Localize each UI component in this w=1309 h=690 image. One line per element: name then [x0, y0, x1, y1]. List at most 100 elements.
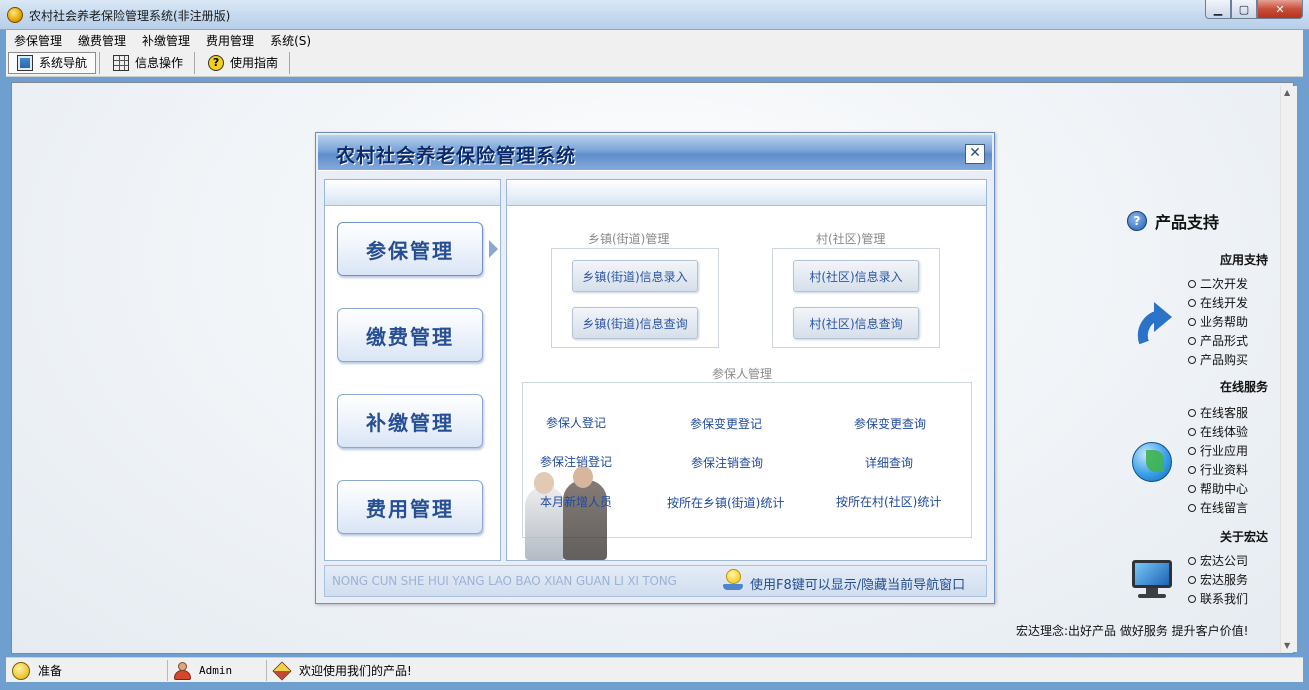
footer-pinyin: NONG CUN SHE HUI YANG LAO BAO XIAN GUAN …	[332, 574, 677, 588]
about-list: 宏达公司 宏达服务 联系我们	[1188, 551, 1248, 608]
stats-by-village-link[interactable]: 按所在村(社区)统计	[836, 493, 941, 510]
app-icon	[7, 7, 23, 23]
minimize-button[interactable]: ▁	[1205, 0, 1231, 19]
dialog-close-button[interactable]: ✕	[965, 144, 985, 164]
insured-cancel-register-link[interactable]: 参保注销登记	[540, 453, 612, 470]
list-item[interactable]: 行业资料	[1188, 460, 1248, 479]
module-nav-panel: 参保管理 缴费管理 补缴管理 费用管理	[324, 179, 501, 561]
insured-group-title: 参保人管理	[712, 367, 773, 381]
monthly-new-members-link[interactable]: 本月新增人员	[540, 493, 612, 510]
status-welcome-text: 欢迎使用我们的产品!	[299, 664, 412, 678]
window-icon	[17, 54, 33, 71]
app-support-list: 二次开发 在线开发 业务帮助 产品形式 产品购买	[1188, 274, 1248, 369]
toolbar-separator	[289, 51, 291, 74]
status-divider	[167, 660, 168, 681]
forward-arrow-icon	[1130, 300, 1174, 345]
globe-icon	[1130, 440, 1174, 484]
list-item[interactable]: 帮助中心	[1188, 479, 1248, 498]
toolbar-separator	[194, 51, 196, 74]
monitor-icon	[1130, 556, 1174, 600]
maximize-button[interactable]: ▢	[1231, 0, 1257, 19]
status-ready: 准备	[12, 660, 62, 681]
footer-tip: 使用F8键可以显示/隐藏当前导航窗口	[750, 578, 966, 593]
dialog-title: 农村社会养老保险管理系统	[336, 145, 577, 167]
stats-by-town-link[interactable]: 按所在乡镇(街道)统计	[667, 494, 784, 511]
dialog-footer: NONG CUN SHE HUI YANG LAO BAO XIAN GUAN …	[324, 565, 987, 597]
menu-fees[interactable]: 费用管理	[198, 30, 262, 49]
menu-back-payment[interactable]: 补缴管理	[134, 30, 198, 49]
info-operation-label: 信息操作	[135, 56, 184, 70]
menu-payment[interactable]: 缴费管理	[70, 30, 134, 49]
product-support-panel: ? 产品支持 应用支持 二次开发 在线开发 业务帮助 产品形式 产品购买 在线服…	[1120, 200, 1285, 644]
question-icon: ?	[1127, 211, 1147, 231]
navigation-dialog: 农村社会养老保险管理系统 ✕ 参保管理 缴费管理 补缴管理 费用管理 乡镇(街道…	[315, 132, 995, 604]
menu-insurance[interactable]: 参保管理	[6, 30, 70, 49]
list-item[interactable]: 产品形式	[1188, 331, 1248, 350]
online-service-title: 在线服务	[1220, 380, 1269, 394]
list-item[interactable]: 在线体验	[1188, 422, 1248, 441]
support-title: 产品支持	[1155, 213, 1220, 232]
table-icon	[113, 54, 130, 71]
help-icon: ?	[208, 54, 225, 71]
status-user-text: Admin	[199, 664, 233, 677]
support-header: ? 产品支持	[1127, 209, 1219, 233]
active-arrow-icon	[489, 240, 498, 258]
panel-header	[507, 180, 986, 206]
detail-query-link[interactable]: 详细查询	[865, 454, 913, 471]
elderly-couple-image	[507, 464, 637, 560]
about-title: 关于宏达	[1220, 530, 1269, 544]
status-user: Admin	[173, 660, 232, 681]
list-item[interactable]: 在线开发	[1188, 293, 1248, 312]
dialog-header: 农村社会养老保险管理系统 ✕	[318, 135, 992, 171]
app-support-title: 应用支持	[1220, 253, 1269, 267]
status-welcome: 欢迎使用我们的产品!	[272, 660, 412, 681]
package-icon	[272, 660, 292, 681]
list-item[interactable]: 业务帮助	[1188, 312, 1248, 331]
ready-icon	[12, 661, 30, 680]
toolbar: 系统导航 信息操作 ? 使用指南	[6, 49, 1303, 77]
system-nav-label: 系统导航	[39, 56, 88, 70]
user-icon	[173, 661, 191, 680]
lightbulb-icon	[723, 569, 743, 593]
module-detail-panel: 乡镇(街道)管理 乡镇(街道)信息录入 乡镇(街道)信息查询 村(社区)管理 村…	[506, 179, 987, 561]
title-bar: 农村社会养老保险管理系统(非注册版) ▁ ▢ ✕	[0, 0, 1309, 30]
window-title: 农村社会养老保险管理系统(非注册版)	[29, 9, 231, 23]
company-motto: 宏达理念:出好产品 做好服务 提升客户价值!	[1016, 624, 1249, 638]
toolbar-separator	[99, 51, 101, 74]
insured-register-link[interactable]: 参保人登记	[546, 414, 606, 431]
user-guide-label: 使用指南	[230, 56, 279, 70]
menu-bar: 参保管理 缴费管理 补缴管理 费用管理 系统(S)	[6, 30, 1303, 49]
village-group-title: 村(社区)管理	[816, 232, 886, 246]
insured-cancel-query-link[interactable]: 参保注销查询	[691, 454, 763, 471]
menu-system[interactable]: 系统(S)	[262, 30, 319, 49]
list-item[interactable]: 在线客服	[1188, 403, 1248, 422]
panel-header	[325, 180, 500, 206]
list-item[interactable]: 在线留言	[1188, 498, 1248, 517]
town-info-entry-button[interactable]: 乡镇(街道)信息录入	[572, 260, 698, 292]
list-item[interactable]: 联系我们	[1188, 589, 1248, 608]
list-item[interactable]: 产品购买	[1188, 350, 1248, 369]
list-item[interactable]: 宏达公司	[1188, 551, 1248, 570]
nav-back-payment-button[interactable]: 补缴管理	[337, 394, 483, 448]
list-item[interactable]: 二次开发	[1188, 274, 1248, 293]
list-item[interactable]: 宏达服务	[1188, 570, 1248, 589]
village-info-entry-button[interactable]: 村(社区)信息录入	[793, 260, 919, 292]
village-info-query-button[interactable]: 村(社区)信息查询	[793, 307, 919, 339]
scroll-up-icon[interactable]: ▲	[1284, 88, 1290, 97]
nav-fees-button[interactable]: 费用管理	[337, 480, 483, 534]
town-group-title: 乡镇(街道)管理	[588, 232, 670, 246]
list-item[interactable]: 行业应用	[1188, 441, 1248, 460]
status-ready-text: 准备	[38, 664, 63, 678]
info-operation-button[interactable]: 信息操作	[105, 51, 191, 75]
system-nav-button[interactable]: 系统导航	[8, 51, 97, 74]
status-divider	[266, 660, 267, 681]
status-bar: 准备 Admin 欢迎使用我们的产品!	[6, 657, 1303, 682]
insured-change-query-link[interactable]: 参保变更查询	[854, 415, 926, 432]
close-window-button[interactable]: ✕	[1257, 0, 1303, 19]
nav-insurance-button[interactable]: 参保管理	[337, 222, 483, 276]
window-controls: ▁ ▢ ✕	[1205, 0, 1303, 20]
nav-payment-button[interactable]: 缴费管理	[337, 308, 483, 362]
town-info-query-button[interactable]: 乡镇(街道)信息查询	[572, 307, 698, 339]
insured-change-register-link[interactable]: 参保变更登记	[690, 415, 762, 432]
user-guide-button[interactable]: ? 使用指南	[200, 51, 286, 75]
